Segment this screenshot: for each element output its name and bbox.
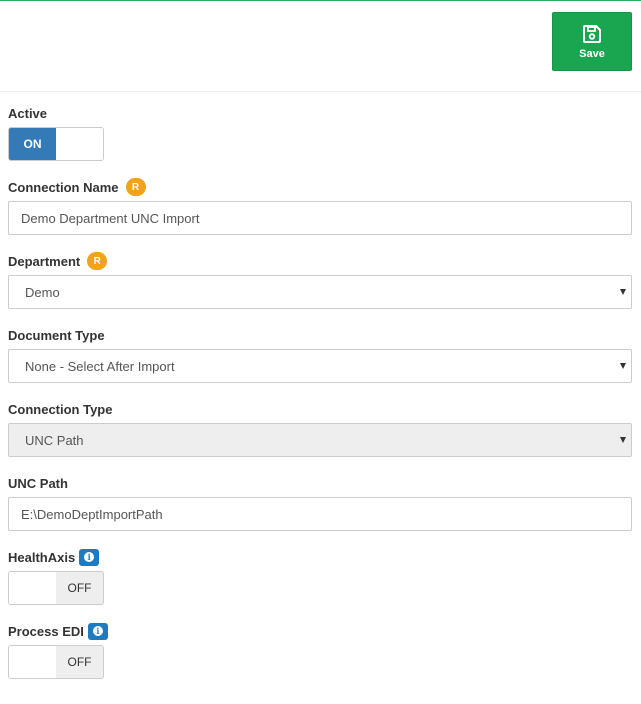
healthaxis-toggle[interactable]: OFF (8, 571, 104, 605)
process-edi-label: Process EDI i (8, 622, 108, 640)
connection-name-label: Connection Name R (8, 178, 146, 196)
unc-path-input[interactable]: E:\DemoDeptImportPath (8, 497, 632, 531)
department-label-text: Department (8, 253, 81, 269)
process-edi-toggle-handle (9, 646, 56, 678)
unc-path-label-text: UNC Path (8, 475, 68, 491)
caret-down-icon (620, 289, 626, 295)
healthaxis-toggle-off: OFF (56, 572, 103, 604)
floppy-disk-icon (583, 24, 601, 43)
form-header: Save (0, 1, 641, 92)
healthaxis-label-text: HealthAxis (8, 549, 76, 565)
info-icon[interactable]: i (79, 548, 100, 566)
connection-type-label-text: Connection Type (8, 401, 113, 417)
save-button-label: Save (579, 47, 605, 60)
active-toggle-on: ON (9, 128, 56, 160)
document-type-label-text: Document Type (8, 327, 105, 343)
healthaxis-toggle-handle (9, 572, 56, 604)
healthaxis-label: HealthAxis i (8, 548, 100, 566)
required-badge: R (125, 178, 146, 196)
department-label: Department R (8, 252, 108, 270)
department-select[interactable]: Demo (8, 275, 632, 309)
document-type-label: Document Type (8, 326, 105, 344)
required-badge: R (87, 252, 108, 270)
connection-type-label: Connection Type (8, 400, 112, 418)
active-toggle-handle (56, 128, 103, 160)
save-button[interactable]: Save (552, 12, 632, 71)
active-label: Active (8, 104, 47, 122)
connection-type-select-value: UNC Path (25, 432, 84, 448)
info-icon[interactable]: i (87, 622, 108, 640)
process-edi-toggle[interactable]: OFF (8, 645, 104, 679)
document-type-select-value: None - Select After Import (25, 358, 175, 374)
process-edi-toggle-off: OFF (56, 646, 103, 678)
caret-down-icon (620, 437, 626, 443)
caret-down-icon (620, 363, 626, 369)
connection-name-value: Demo Department UNC Import (21, 210, 200, 226)
document-type-select[interactable]: None - Select After Import (8, 349, 632, 383)
unc-path-label: UNC Path (8, 474, 68, 492)
active-toggle[interactable]: ON (8, 127, 104, 161)
connection-type-select: UNC Path (8, 423, 632, 457)
connection-name-label-text: Connection Name (8, 179, 119, 195)
connection-name-input[interactable]: Demo Department UNC Import (8, 201, 632, 235)
process-edi-label-text: Process EDI (8, 623, 84, 639)
department-select-value: Demo (25, 284, 60, 300)
active-label-text: Active (8, 105, 48, 121)
unc-path-value: E:\DemoDeptImportPath (21, 506, 163, 522)
